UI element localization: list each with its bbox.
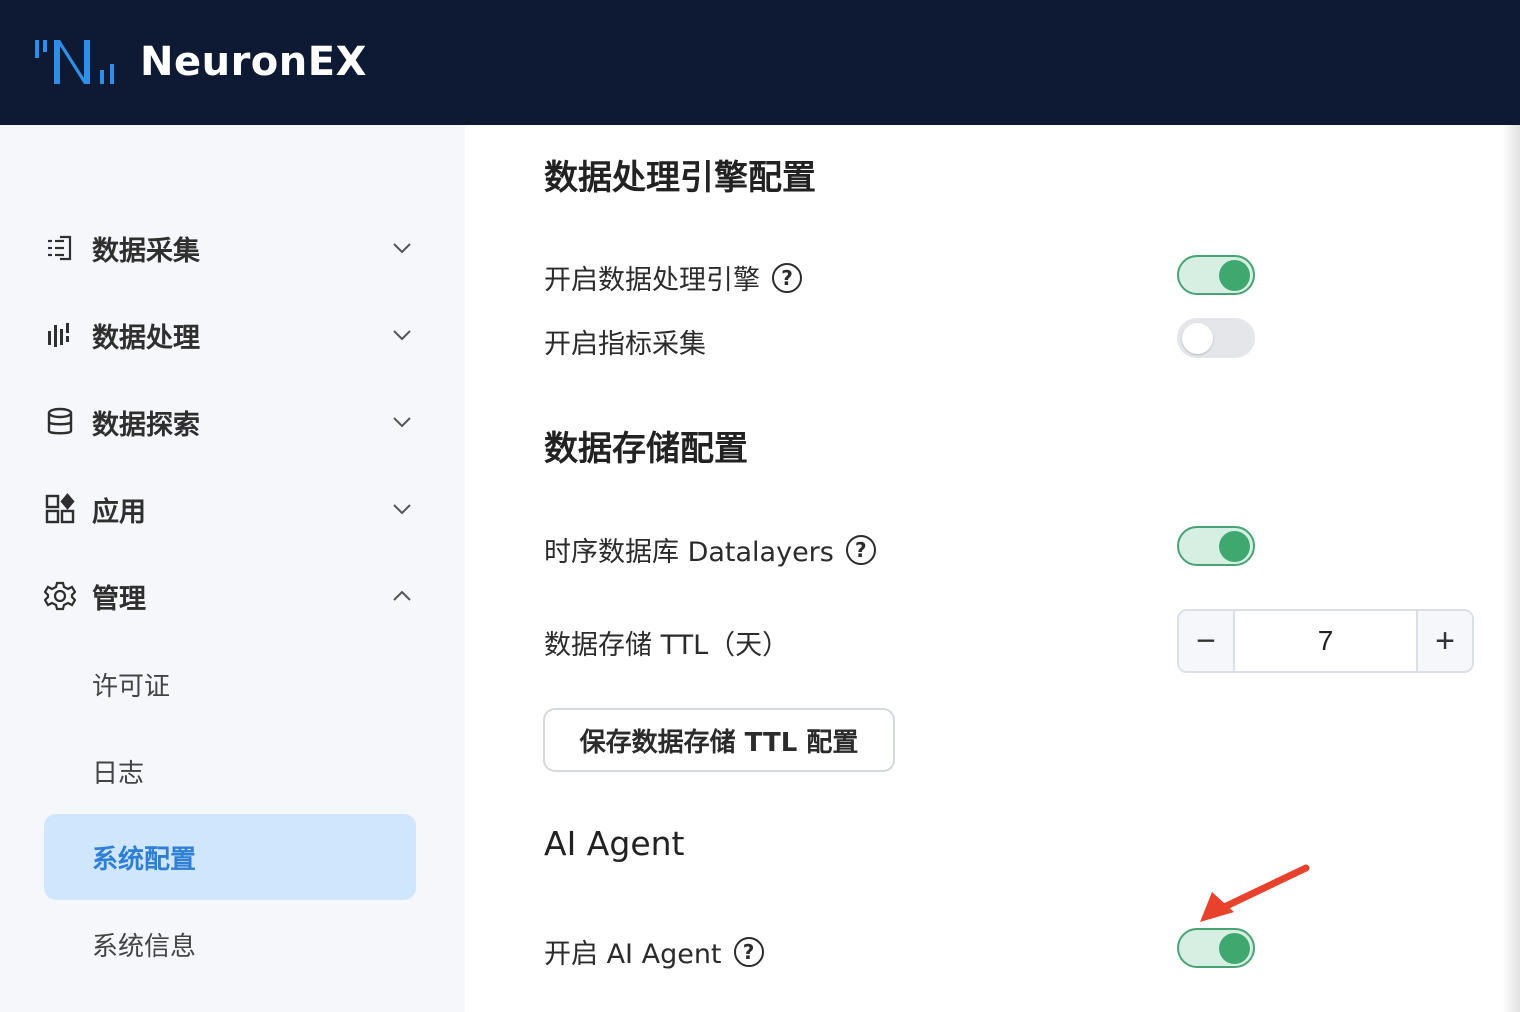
ttl-value-input[interactable]: 7 — [1235, 611, 1416, 671]
datalayers-row: 时序数据库 Datalayers ? — [544, 530, 876, 569]
ttl-label: 数据存储 TTL（天） — [544, 630, 790, 661]
apps-icon — [44, 493, 76, 525]
sidebar-subitem-system-info[interactable]: 系统信息 — [44, 901, 416, 987]
section-title-storage: 数据存储配置 — [544, 429, 748, 469]
save-ttl-button[interactable]: 保存数据存储 TTL 配置 — [543, 708, 895, 772]
chevron-up-icon — [393, 590, 411, 601]
section-title-ai: AI Agent — [544, 824, 685, 863]
gear-icon — [44, 580, 76, 612]
datalayers-switch[interactable] — [1177, 526, 1255, 566]
enable-ai-switch[interactable] — [1177, 928, 1255, 968]
enable-engine-label: 开启数据处理引擎 — [544, 265, 760, 296]
sidebar-item-label: 数据采集 — [92, 235, 200, 267]
enable-metrics-switch[interactable] — [1177, 318, 1255, 358]
sidebar-item-data-collect[interactable]: 数据采集 — [44, 218, 416, 278]
chevron-down-icon — [393, 243, 411, 254]
enable-ai-label: 开启 AI Agent — [544, 939, 722, 970]
sidebar-item-label: 应用 — [92, 496, 146, 528]
ttl-row: 数据存储 TTL（天） — [544, 623, 789, 662]
sidebar-subitem-system-config[interactable]: 系统配置 — [44, 814, 416, 900]
help-icon[interactable]: ? — [845, 534, 876, 565]
top-header: NeuronEX — [0, 0, 1520, 125]
sidebar-subitem-logs[interactable]: 日志 — [44, 728, 416, 814]
enable-engine-row: 开启数据处理引擎 ? — [544, 258, 802, 297]
ttl-stepper: − 7 + — [1177, 609, 1474, 673]
increment-button[interactable]: + — [1416, 611, 1472, 671]
sidebar-item-label: 数据处理 — [92, 322, 200, 354]
enable-metrics-label: 开启指标采集 — [544, 329, 706, 360]
data-collect-icon — [44, 232, 76, 264]
scroll-edge-shadow — [1502, 125, 1520, 1012]
section-title-engine: 数据处理引擎配置 — [544, 158, 816, 198]
switch-knob — [1219, 260, 1250, 291]
switch-knob — [1182, 323, 1213, 354]
help-icon[interactable]: ? — [772, 262, 802, 293]
chevron-down-icon — [393, 330, 411, 341]
switch-knob — [1219, 531, 1250, 562]
sidebar-item-admin[interactable]: 管理 — [44, 566, 416, 626]
sidebar-item-label: 数据探索 — [92, 409, 200, 441]
brand-name: NeuronEX — [140, 39, 367, 85]
enable-ai-row: 开启 AI Agent ? — [544, 932, 764, 971]
chevron-down-icon — [393, 417, 411, 428]
sidebar-item-data-process[interactable]: 数据处理 — [44, 305, 416, 365]
annotation-arrow-icon — [1200, 864, 1310, 922]
datalayers-label: 时序数据库 Datalayers — [544, 537, 834, 568]
data-process-icon — [44, 319, 76, 351]
help-icon[interactable]: ? — [733, 936, 764, 967]
enable-engine-switch[interactable] — [1177, 255, 1255, 295]
neuronex-logo — [32, 34, 124, 90]
chevron-down-icon — [393, 504, 411, 515]
sidebar-subitem-license[interactable]: 许可证 — [44, 641, 416, 727]
database-icon — [44, 406, 76, 438]
decrement-button[interactable]: − — [1179, 611, 1235, 671]
sidebar-item-apps[interactable]: 应用 — [44, 479, 416, 539]
sidebar-item-label: 管理 — [92, 583, 146, 615]
switch-knob — [1219, 933, 1250, 964]
enable-metrics-row: 开启指标采集 — [544, 322, 706, 361]
sidebar-item-data-explore[interactable]: 数据探索 — [44, 392, 416, 452]
